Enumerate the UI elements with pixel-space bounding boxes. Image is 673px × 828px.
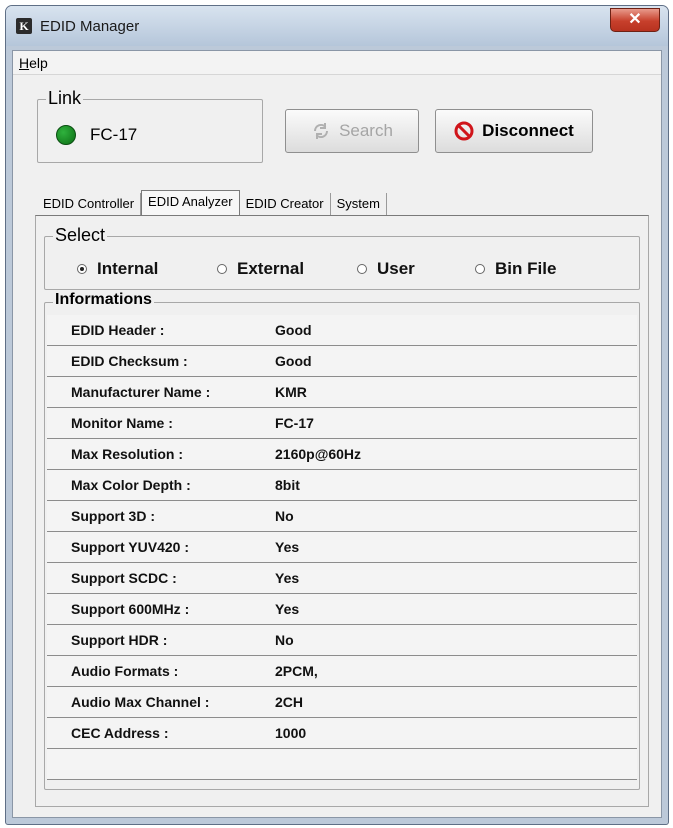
radio-internal-label: Internal: [97, 259, 159, 278]
select-group: Select Internal External User Bin File: [44, 225, 640, 290]
row-key: Support 3D :: [71, 508, 155, 524]
radio-internal-indicator: [77, 264, 87, 274]
client-area: Help Link FC-17 Search Disconnect EDID C…: [12, 50, 662, 818]
edid-analyzer-panel: Select Internal External User Bin File I…: [35, 215, 649, 807]
row-key: EDID Header :: [71, 322, 165, 338]
tab-strip: EDID Controller EDID Analyzer EDID Creat…: [37, 190, 387, 215]
row-key: Support SCDC :: [71, 570, 177, 586]
radio-user[interactable]: User: [357, 259, 415, 279]
row-value: Yes: [275, 570, 300, 586]
row-key: Support 600MHz :: [71, 601, 190, 617]
radio-bin-file-indicator: [475, 264, 485, 274]
row-value: No: [275, 632, 294, 648]
table-row: Max Color Depth : 8bit: [47, 470, 637, 501]
link-status-icon: [56, 125, 76, 145]
row-value: No: [275, 508, 294, 524]
link-device-name: FC-17: [90, 125, 138, 144]
radio-user-label: User: [377, 259, 415, 278]
row-key: Max Color Depth :: [71, 477, 191, 493]
table-row: Audio Max Channel : 2CH: [47, 687, 637, 718]
table-row: Monitor Name : FC-17: [47, 408, 637, 439]
link-group-label: Link: [46, 88, 84, 109]
row-key: Support HDR :: [71, 632, 168, 648]
search-button[interactable]: Search: [285, 109, 419, 153]
radio-user-indicator: [357, 264, 367, 274]
radio-external-label: External: [237, 259, 305, 278]
radio-bin-file-label: Bin File: [495, 259, 557, 278]
row-key: Monitor Name :: [71, 415, 173, 431]
menu-help-mnemonic: H: [19, 55, 30, 71]
row-value: KMR: [275, 384, 307, 400]
row-value: Good: [275, 322, 312, 338]
table-row: Audio Formats : 2PCM,: [47, 656, 637, 687]
row-value: 2PCM,: [275, 663, 318, 679]
informations-table: EDID Header : Good EDID Checksum : Good Ma…: [47, 315, 637, 780]
menu-bar: Help: [13, 51, 661, 75]
disconnect-button[interactable]: Disconnect: [435, 109, 593, 153]
table-row: Manufacturer Name : KMR: [47, 377, 637, 408]
kramer-logo-icon: K: [16, 18, 32, 34]
select-group-label: Select: [53, 225, 108, 246]
table-row: EDID Header : Good: [47, 315, 637, 346]
row-key: EDID Checksum :: [71, 353, 188, 369]
radio-internal[interactable]: Internal: [77, 259, 158, 279]
row-value: 8bit: [275, 477, 300, 493]
close-button[interactable]: ✕: [610, 8, 660, 32]
tab-edid-creator[interactable]: EDID Creator: [240, 193, 331, 215]
row-value: Good: [275, 353, 312, 369]
row-key: Audio Formats :: [71, 663, 179, 679]
table-row: Support YUV420 : Yes: [47, 532, 637, 563]
row-value: 2160p@60Hz: [275, 446, 362, 462]
informations-group-label: Informations: [53, 291, 154, 309]
row-key: Support YUV420 :: [71, 539, 189, 555]
informations-group: Informations EDID Header : Good EDID Chec…: [44, 291, 640, 790]
tab-edid-controller[interactable]: EDID Controller: [37, 193, 142, 215]
search-button-label: Search: [339, 121, 393, 140]
disconnect-button-label: Disconnect: [482, 121, 574, 140]
row-value: 2CH: [275, 694, 304, 710]
no-entry-icon: [454, 121, 474, 141]
row-key: CEC Address :: [71, 725, 169, 741]
table-row: EDID Checksum : Good: [47, 346, 637, 377]
menu-help[interactable]: Help: [19, 55, 48, 71]
tab-system[interactable]: System: [331, 193, 387, 215]
radio-external-indicator: [217, 264, 227, 274]
row-key: Audio Max Channel :: [71, 694, 210, 710]
row-key: Manufacturer Name :: [71, 384, 211, 400]
table-row: Support HDR : No: [47, 625, 637, 656]
link-group: Link FC-17: [37, 88, 263, 163]
row-key: Max Resolution :: [71, 446, 184, 462]
table-row: Support 3D : No: [47, 501, 637, 532]
table-row-empty: [47, 749, 637, 780]
radio-external[interactable]: External: [217, 259, 304, 279]
edid-manager-window: K EDID Manager ✕ Help Link FC-17 Search: [5, 5, 669, 825]
table-row: CEC Address : 1000: [47, 718, 637, 749]
title-bar[interactable]: K EDID Manager ✕: [6, 6, 668, 46]
row-value: Yes: [275, 601, 300, 617]
window-title: EDID Manager: [40, 18, 140, 35]
refresh-icon: [314, 123, 329, 139]
tab-edid-analyzer[interactable]: EDID Analyzer: [141, 190, 240, 215]
row-value: FC-17: [275, 415, 314, 431]
row-value: Yes: [275, 539, 300, 555]
table-row: Max Resolution : 2160p@60Hz: [47, 439, 637, 470]
table-row: Support SCDC : Yes: [47, 563, 637, 594]
row-value: 1000: [275, 725, 307, 741]
table-row: Support 600MHz : Yes: [47, 594, 637, 625]
menu-help-label: elp: [29, 55, 48, 71]
radio-bin-file[interactable]: Bin File: [475, 259, 556, 279]
